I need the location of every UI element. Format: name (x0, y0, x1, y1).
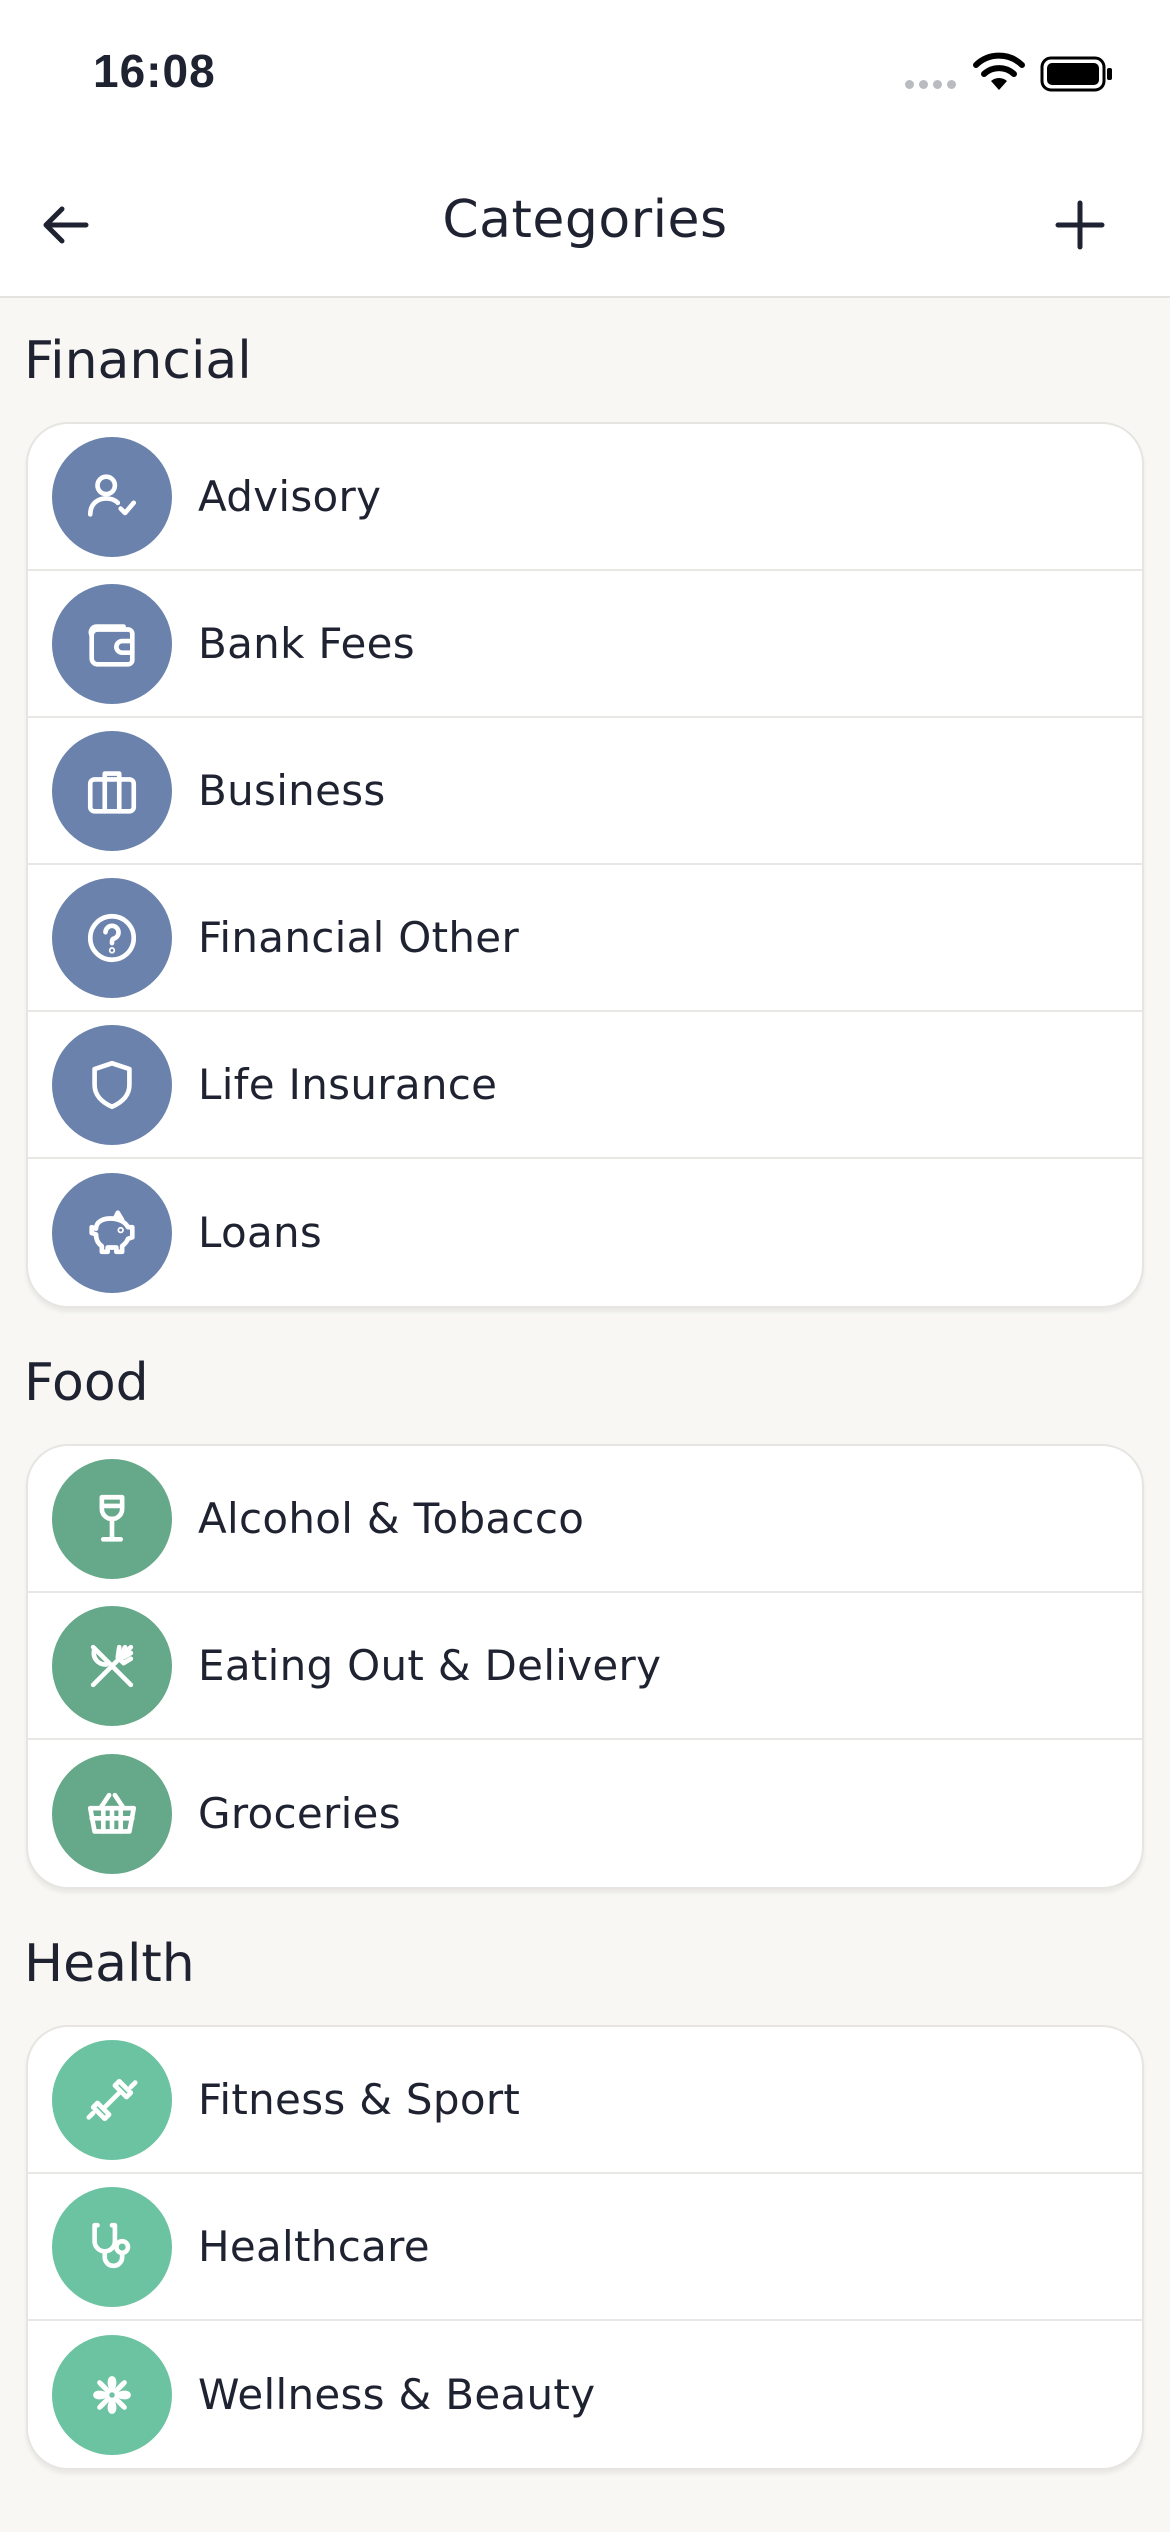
wine-glass-icon (52, 1458, 172, 1579)
basket-icon (52, 1753, 172, 1874)
briefcase-icon (52, 730, 172, 851)
category-row-groceries[interactable]: Groceries (28, 1740, 1142, 1887)
dumbbell-icon (52, 2039, 172, 2160)
category-row-fitness-sport[interactable]: Fitness & Sport (28, 2027, 1142, 2174)
category-label: Business (198, 766, 386, 815)
category-label: Life Insurance (198, 1060, 498, 1109)
category-row-bank-fees[interactable]: Bank Fees (28, 571, 1142, 718)
wallet-icon (52, 583, 172, 704)
category-label: Advisory (198, 472, 382, 521)
category-label: Eating Out & Delivery (198, 1641, 662, 1690)
category-label: Financial Other (198, 913, 520, 962)
category-row-loans[interactable]: Loans (28, 1159, 1142, 1306)
stethoscope-icon (52, 2186, 172, 2307)
page-title: Categories (442, 190, 728, 250)
category-row-wellness-beauty[interactable]: Wellness & Beauty (28, 2321, 1142, 2468)
section-card-financial: Advisory Bank Fees Business Financial Ot… (26, 422, 1144, 1308)
category-row-alcohol-tobacco[interactable]: Alcohol & Tobacco (28, 1446, 1142, 1593)
category-row-healthcare[interactable]: Healthcare (28, 2174, 1142, 2321)
category-row-financial-other[interactable]: Financial Other (28, 865, 1142, 1012)
categories-list: Financial Advisory Bank Fees Business Fi… (0, 300, 1170, 2470)
shield-icon (52, 1024, 172, 1145)
category-row-advisory[interactable]: Advisory (28, 424, 1142, 571)
section-card-health: Fitness & Sport Healthcare Wellness & Be… (26, 2025, 1144, 2470)
status-time: 16:08 (93, 45, 216, 97)
category-label: Loans (198, 1208, 323, 1257)
wifi-icon (973, 52, 1025, 90)
category-label: Groceries (198, 1789, 401, 1838)
flower-icon (52, 2334, 172, 2455)
category-label: Wellness & Beauty (198, 2370, 596, 2419)
category-label: Alcohol & Tobacco (198, 1494, 585, 1543)
fork-knife-icon (52, 1605, 172, 1726)
category-label: Bank Fees (198, 619, 415, 668)
section-title-financial: Financial (24, 331, 252, 391)
section-title-health: Health (24, 1934, 195, 1994)
section-card-food: Alcohol & Tobacco Eating Out & Delivery … (26, 1444, 1144, 1889)
category-row-life-insurance[interactable]: Life Insurance (28, 1012, 1142, 1159)
plus-icon (1055, 200, 1105, 250)
battery-icon (1040, 56, 1112, 92)
cellular-signal-icon (905, 80, 956, 89)
category-row-eating-out-delivery[interactable]: Eating Out & Delivery (28, 1593, 1142, 1740)
navigation-bar: Categories (0, 150, 1170, 298)
status-bar: 16:08 (0, 0, 1170, 150)
question-circle-icon (52, 877, 172, 998)
category-row-business[interactable]: Business (28, 718, 1142, 865)
add-category-button[interactable] (1040, 185, 1120, 265)
section-title-food: Food (24, 1353, 149, 1413)
category-label: Fitness & Sport (198, 2075, 521, 2124)
piggy-bank-icon (52, 1172, 172, 1293)
user-check-icon (52, 436, 172, 557)
category-label: Healthcare (198, 2222, 430, 2271)
